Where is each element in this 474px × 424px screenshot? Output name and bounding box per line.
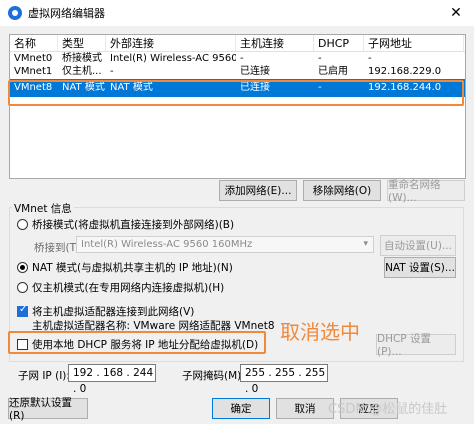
nat-mode-radio[interactable] xyxy=(17,262,28,273)
vmnet-info-label: VMnet 信息 xyxy=(12,201,74,216)
list-header: 名称 类型 外部连接 主机连接 DHCP 子网地址 xyxy=(10,35,465,52)
cell-type: NAT 模式 xyxy=(62,82,105,93)
cell-subnet: 192.168.244.0 xyxy=(368,82,442,93)
title-bar: 虚拟网络编辑器 ✕ xyxy=(0,0,474,26)
dhcp-checkbox[interactable] xyxy=(17,339,28,350)
cell-name: VMnet0 xyxy=(14,53,53,64)
cell-name: VMnet8 xyxy=(14,82,53,93)
subnet-mask-label: 子网掩码(M): xyxy=(182,370,245,382)
table-row[interactable]: VMnet1 仅主机... - 已连接 已启用 192.168.229.0 xyxy=(10,65,465,78)
host-only-radio[interactable] xyxy=(17,282,28,293)
remove-network-button[interactable]: 移除网络(O) xyxy=(303,180,381,201)
cell-dhcp: - xyxy=(318,53,322,64)
subnet-ip-label: 子网 IP (I): xyxy=(18,370,70,382)
annotation-note: 取消选中 xyxy=(280,320,360,344)
dhcp-label: 使用本地 DHCP 服务将 IP 地址分配给虚拟机(D) xyxy=(32,339,259,351)
rename-network-button[interactable]: 重命名网络(W)... xyxy=(387,179,465,204)
column-header-dhcp[interactable]: DHCP xyxy=(314,35,364,51)
table-row-selected[interactable]: VMnet8 NAT 模式 NAT 模式 已连接 - 192.168.244.0 xyxy=(10,79,465,97)
chevron-down-icon: ▾ xyxy=(363,239,368,249)
column-header-type[interactable]: 类型 xyxy=(58,35,106,51)
cell-type: 桥接模式 xyxy=(62,53,102,64)
network-list[interactable]: 名称 类型 外部连接 主机连接 DHCP 子网地址 VMnet0 桥接模式 In… xyxy=(9,34,466,179)
cell-dhcp: 已启用 xyxy=(318,66,348,77)
cell-name: VMnet1 xyxy=(14,66,53,77)
cell-host: 已连接 xyxy=(240,66,270,77)
bridged-to-value: Intel(R) Wireless-AC 9560 160MHz xyxy=(81,239,253,250)
ok-button[interactable]: 确定 xyxy=(212,398,270,419)
cell-dhcp: - xyxy=(318,82,322,93)
add-network-button[interactable]: 添加网络(E)... xyxy=(219,180,297,201)
cell-subnet: 192.168.229.0 xyxy=(368,66,442,77)
cell-host: 已连接 xyxy=(240,82,270,93)
cell-external: - xyxy=(110,66,114,77)
cell-subnet: - xyxy=(368,53,372,64)
watermark: CSDN @松鼠的佳肚 xyxy=(328,402,448,417)
column-header-subnet[interactable]: 子网地址 xyxy=(364,35,464,51)
column-header-name[interactable]: 名称 xyxy=(10,35,58,51)
window-title: 虚拟网络编辑器 xyxy=(28,7,105,20)
column-header-host[interactable]: 主机连接 xyxy=(236,35,314,51)
column-header-external[interactable]: 外部连接 xyxy=(106,35,236,51)
auto-settings-button[interactable]: 自动设置(U)... xyxy=(380,235,456,256)
connect-adapter-label: 将主机虚拟适配器连接到此网络(V) xyxy=(32,306,195,318)
table-row[interactable]: VMnet0 桥接模式 Intel(R) Wireless-AC 9560 1.… xyxy=(10,52,465,65)
subnet-mask-input[interactable]: 255 . 255 . 255 . 0 xyxy=(240,364,328,395)
close-icon[interactable]: ✕ xyxy=(438,0,474,26)
subnet-ip-input[interactable]: 192 . 168 . 244 . 0 xyxy=(68,364,156,395)
cell-host: - xyxy=(240,53,244,64)
cancel-button[interactable]: 取消 xyxy=(276,398,334,419)
cell-type: 仅主机... xyxy=(62,66,102,77)
adapter-name-label: 主机虚拟适配器名称: VMware 网络适配器 VMnet8 xyxy=(32,320,275,332)
nat-mode-label: NAT 模式(与虚拟机共享主机的 IP 地址)(N) xyxy=(32,262,233,274)
app-icon xyxy=(8,6,22,20)
restore-defaults-button[interactable]: 还原默认设置(R) xyxy=(8,397,88,422)
nat-settings-button[interactable]: NAT 设置(S)... xyxy=(384,257,456,278)
host-only-label: 仅主机模式(在专用网络内连接虚拟机)(H) xyxy=(32,282,225,294)
bridged-mode-label: 桥接模式(将虚拟机直接连接到外部网络)(B) xyxy=(32,219,235,231)
bridged-mode-radio[interactable] xyxy=(17,219,28,230)
dhcp-settings-button[interactable]: DHCP 设置(P)... xyxy=(376,333,456,358)
bridged-to-select[interactable]: Intel(R) Wireless-AC 9560 160MHz ▾ xyxy=(76,236,374,253)
cell-external: Intel(R) Wireless-AC 9560 1... xyxy=(110,53,236,64)
connect-adapter-checkbox[interactable] xyxy=(17,304,28,317)
cell-external: NAT 模式 xyxy=(110,82,153,93)
